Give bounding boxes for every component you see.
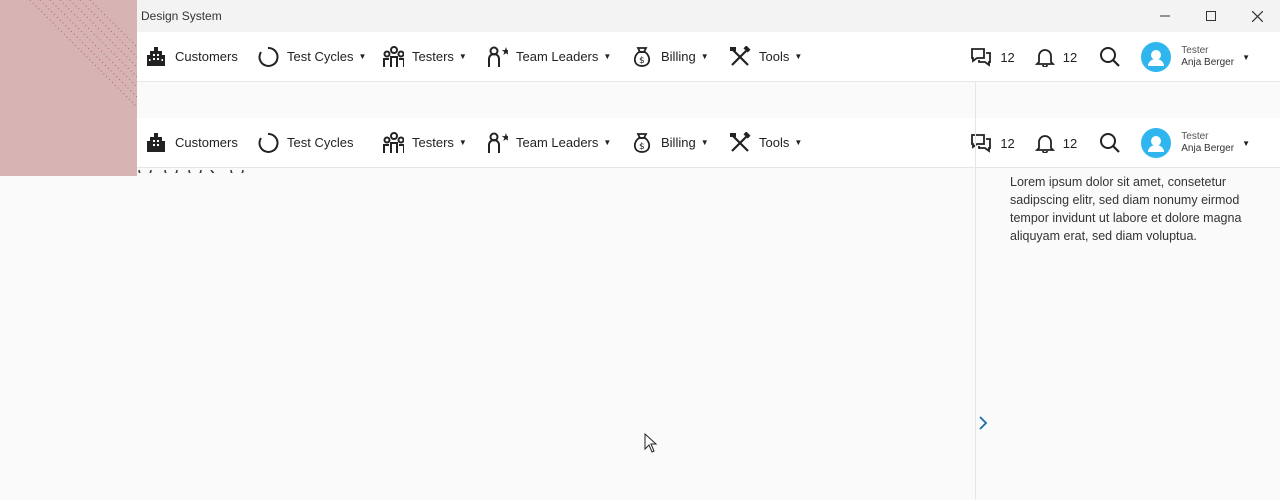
app-window: Design System Customers Test Cycles ▼ Te… xyxy=(0,0,1280,500)
caret-down-icon: ▼ xyxy=(794,138,803,147)
svg-text:$: $ xyxy=(639,56,645,66)
messages-button[interactable]: 12 xyxy=(970,47,1015,67)
caret-down-icon: ▼ xyxy=(700,52,709,61)
user-name: Anja Berger xyxy=(1181,57,1235,68)
caret-down-icon: ▼ xyxy=(1242,52,1250,62)
expand-panel-button[interactable] xyxy=(976,414,990,432)
bell-icon xyxy=(1034,49,1055,67)
user-menu[interactable]: Tester Anja Berger ▼ xyxy=(1141,42,1250,72)
caret-down-icon: ▼ xyxy=(358,52,367,61)
nav-item-label: Team Leaders xyxy=(516,49,599,64)
notifications-count: 12 xyxy=(1062,49,1078,65)
cycle-icon xyxy=(257,46,279,68)
maximize-button[interactable] xyxy=(1188,0,1234,32)
caret-down-icon: ▼ xyxy=(1242,138,1250,148)
hidden-icon-row xyxy=(137,165,257,173)
building-icon xyxy=(145,132,167,154)
notifications-count: 12 xyxy=(1062,135,1078,151)
user-icon xyxy=(1148,50,1165,66)
search-button[interactable] xyxy=(1099,46,1121,68)
nav-item-customers[interactable]: Customers xyxy=(145,118,238,168)
nav-right-group: 12 12 Tester Anja Berger ▼ xyxy=(970,32,1280,82)
notifications-button[interactable]: 12 xyxy=(1034,47,1078,67)
side-panel-text: Lorem ipsum dolor sit amet, consetetur s… xyxy=(1010,175,1242,243)
nav-item-label: Testers xyxy=(412,135,454,150)
nav-item-label: Test Cycles xyxy=(287,49,354,64)
caret-down-icon: ▼ xyxy=(603,138,612,147)
nav-item-label: Billing xyxy=(661,135,696,150)
nav-item-tools[interactable]: Tools ▼ xyxy=(729,118,802,168)
team-leader-icon: ★ xyxy=(486,46,508,68)
avatar xyxy=(1141,42,1172,72)
caret-down-icon: ▼ xyxy=(458,138,467,147)
nav-item-testers[interactable]: Testers ▼ xyxy=(382,32,467,82)
chat-icon xyxy=(971,134,992,153)
top-navigation-secondary: Customers Test Cycles Testers ▼ ★ Team L… xyxy=(137,118,1280,168)
title-bar: Design System xyxy=(137,0,1280,32)
tools-icon xyxy=(729,45,751,68)
nav-item-testers[interactable]: Testers ▼ xyxy=(382,118,467,168)
money-bag-icon: $ xyxy=(631,46,653,68)
nav-item-label: Tools xyxy=(759,135,790,150)
svg-text:$: $ xyxy=(639,142,645,152)
nav-item-label: Customers xyxy=(175,49,238,64)
nav-item-label: Test Cycles xyxy=(287,135,354,150)
bell-icon xyxy=(1034,135,1055,153)
user-name: Anja Berger xyxy=(1181,143,1235,154)
nav-item-team-leaders[interactable]: ★ Team Leaders ▼ xyxy=(486,32,611,82)
nav-item-label: Customers xyxy=(175,135,238,150)
cycle-icon xyxy=(257,132,279,154)
team-leader-icon: ★ xyxy=(486,132,508,154)
window-title: Design System xyxy=(141,9,222,23)
nav-item-label: Testers xyxy=(412,49,454,64)
money-bag-icon: $ xyxy=(631,132,653,154)
svg-text:★: ★ xyxy=(501,46,508,58)
caret-down-icon: ▼ xyxy=(603,52,612,61)
minimize-icon xyxy=(1160,15,1170,17)
chevron-right-icon xyxy=(979,416,988,430)
minimize-button[interactable] xyxy=(1142,0,1188,32)
user-role: Tester xyxy=(1181,45,1209,56)
top-navigation: Customers Test Cycles ▼ Testers ▼ ★ Team… xyxy=(137,32,1280,82)
testers-icon xyxy=(382,45,404,68)
search-button[interactable] xyxy=(1099,132,1121,154)
testers-icon xyxy=(382,131,404,154)
mouse-cursor xyxy=(644,432,658,453)
tools-icon xyxy=(729,131,751,154)
chat-icon xyxy=(971,48,992,67)
nav-item-label: Billing xyxy=(661,49,696,64)
nav-item-team-leaders[interactable]: ★ Team Leaders ▼ xyxy=(486,118,611,168)
building-icon xyxy=(145,46,167,68)
nav-item-customers[interactable]: Customers xyxy=(145,32,238,82)
user-icon xyxy=(1148,136,1165,152)
nav-item-test-cycles[interactable]: Test Cycles ▼ xyxy=(257,32,366,82)
messages-button[interactable]: 12 xyxy=(970,133,1015,153)
messages-count: 12 xyxy=(1000,49,1015,65)
user-role: Tester xyxy=(1181,131,1209,142)
decorative-corner xyxy=(0,0,137,176)
search-icon xyxy=(1100,47,1121,67)
nav-item-test-cycles[interactable]: Test Cycles xyxy=(257,118,353,168)
maximize-icon xyxy=(1206,11,1216,21)
notifications-button[interactable]: 12 xyxy=(1034,133,1078,153)
svg-text:★: ★ xyxy=(501,132,508,144)
nav-item-label: Tools xyxy=(759,49,790,64)
caret-down-icon: ▼ xyxy=(458,52,467,61)
close-button[interactable] xyxy=(1234,0,1280,32)
hatch-pattern xyxy=(29,0,137,108)
nav-item-label: Team Leaders xyxy=(516,135,599,150)
messages-count: 12 xyxy=(1000,135,1015,151)
nav-item-billing[interactable]: $ Billing ▼ xyxy=(631,118,709,168)
user-menu[interactable]: Tester Anja Berger ▼ xyxy=(1141,128,1250,158)
caret-down-icon: ▼ xyxy=(794,52,803,61)
close-icon xyxy=(1251,10,1263,22)
panel-divider xyxy=(975,82,976,500)
nav-item-tools[interactable]: Tools ▼ xyxy=(729,32,802,82)
search-icon xyxy=(1100,133,1121,153)
caret-down-icon: ▼ xyxy=(700,138,709,147)
avatar xyxy=(1141,128,1172,158)
nav-item-billing[interactable]: $ Billing ▼ xyxy=(631,32,709,82)
cursor-arrow-icon xyxy=(644,432,658,453)
nav-right-group: 12 12 Tester Anja Berger ▼ xyxy=(970,118,1280,168)
